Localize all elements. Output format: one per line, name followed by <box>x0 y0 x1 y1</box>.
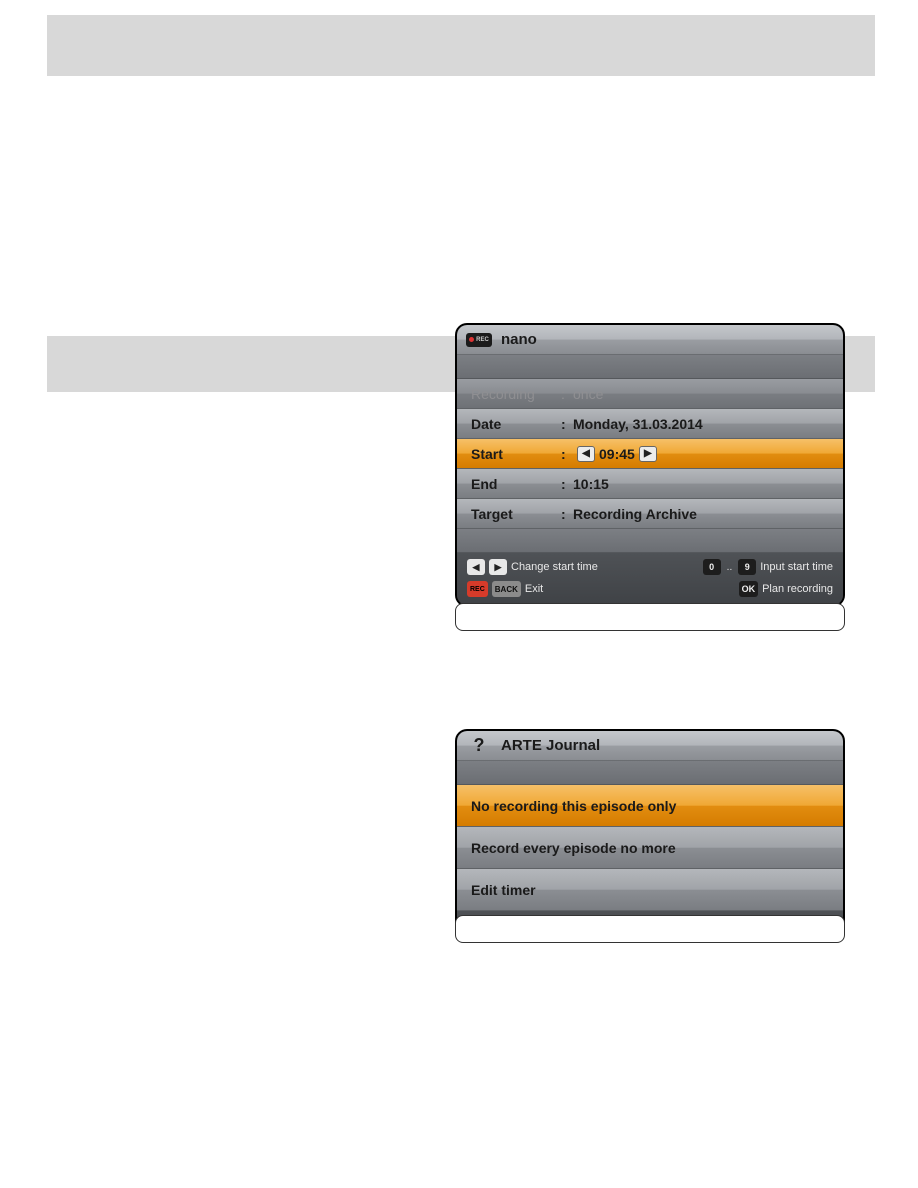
option-label: Edit timer <box>471 882 536 898</box>
key-ok-icon: OK <box>739 581 759 597</box>
option-record-every-episode-no-more[interactable]: Record every episode no more <box>457 827 843 869</box>
caption-box-1 <box>455 603 845 631</box>
start-time-value: 09:45 <box>599 446 635 462</box>
row-label: Start <box>457 446 561 462</box>
key-rec-icon: REC <box>467 581 488 597</box>
row-value: Recording Archive <box>573 506 697 522</box>
dialog-title: ARTE Journal <box>501 737 600 754</box>
dialog-title: nano <box>501 331 537 348</box>
row-date[interactable]: Date : Monday, 31.03.2014 <box>457 409 843 439</box>
row-value: 10:15 <box>573 476 609 492</box>
spacer <box>457 529 843 553</box>
recording-settings-dialog: REC nano Recording : once Date : Monday,… <box>455 323 845 607</box>
hint-plan-recording: Plan recording <box>762 583 833 595</box>
arrow-left-key-icon: ◀ <box>467 559 485 575</box>
hint-input-start: Input start time <box>760 561 833 573</box>
row-label: Date <box>457 416 561 432</box>
dialog-footer: ◀ ▶ Change start time 0 .. 9 Input start… <box>457 553 843 605</box>
key-back-icon: BACK <box>492 581 521 597</box>
spacer <box>457 761 843 785</box>
option-no-recording-this-episode[interactable]: No recording this episode only <box>457 785 843 827</box>
row-start[interactable]: Start : ◀ 09:45 ▶ <box>457 439 843 469</box>
row-recording[interactable]: Recording : once <box>457 379 843 409</box>
row-value: Monday, 31.03.2014 <box>573 416 703 432</box>
arrow-right-key-icon: ▶ <box>489 559 507 575</box>
row-label: End <box>457 476 561 492</box>
row-value: ◀ 09:45 ▶ <box>573 446 661 462</box>
row-target[interactable]: Target : Recording Archive <box>457 499 843 529</box>
rec-icon: REC <box>457 330 501 350</box>
row-value: once <box>573 386 603 402</box>
key-9-icon: 9 <box>738 559 756 575</box>
row-label: Recording <box>457 386 561 402</box>
hint-exit: Exit <box>525 583 543 595</box>
dialog-titlebar: ? ARTE Journal <box>457 731 843 761</box>
caption-box-2 <box>455 915 845 943</box>
option-label: Record every episode no more <box>471 840 676 856</box>
option-label: No recording this episode only <box>471 798 676 814</box>
arrow-right-icon[interactable]: ▶ <box>639 446 657 462</box>
arrow-left-icon[interactable]: ◀ <box>577 446 595 462</box>
row-label: Target <box>457 506 561 522</box>
hint-change-start: Change start time <box>511 561 598 573</box>
page-header-band <box>47 15 875 76</box>
spacer <box>457 355 843 379</box>
key-0-icon: 0 <box>703 559 721 575</box>
row-end[interactable]: End : 10:15 <box>457 469 843 499</box>
question-icon: ? <box>457 736 501 756</box>
dialog-titlebar: REC nano <box>457 325 843 355</box>
recording-options-dialog: ? ARTE Journal No recording this episode… <box>455 729 845 943</box>
option-edit-timer[interactable]: Edit timer <box>457 869 843 911</box>
